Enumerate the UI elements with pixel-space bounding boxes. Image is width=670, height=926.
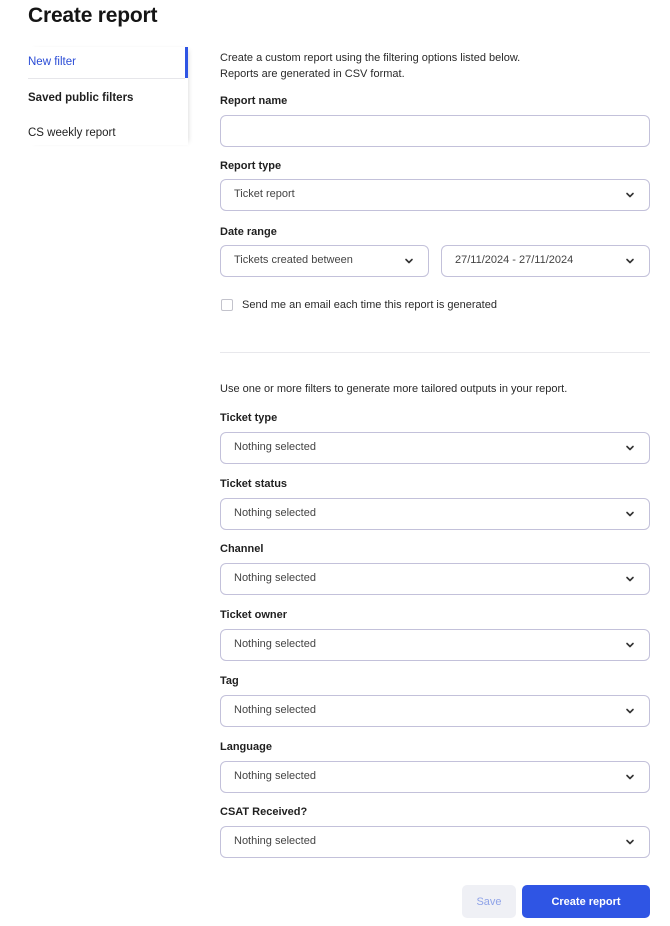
report-name-label: Report name (220, 95, 288, 107)
filters-intro: Use one or more filters to generate more… (220, 383, 568, 395)
sidebar-heading-saved-public-filters: Saved public filters (28, 92, 134, 104)
ticket-owner-value: Nothing selected (234, 638, 316, 650)
sidebar-active-indicator (185, 47, 188, 78)
intro-line-1: Create a custom report using the filteri… (220, 52, 521, 64)
page-title: Create report (28, 4, 158, 27)
chevron-down-icon (626, 774, 634, 780)
form-intro: Create a custom report using the filteri… (220, 50, 520, 82)
sidebar: New filter Saved public filters CS weekl… (28, 47, 188, 145)
date-range-picker[interactable]: 27/11/2024 - 27/11/2024 (441, 245, 650, 277)
tag-label: Tag (220, 675, 239, 687)
date-range-value: 27/11/2024 - 27/11/2024 (455, 254, 574, 266)
csat-received-label: CSAT Received? (220, 806, 308, 818)
tag-value: Nothing selected (234, 704, 316, 716)
csat-received-select[interactable]: Nothing selected (220, 826, 650, 858)
ticket-type-select[interactable]: Nothing selected (220, 432, 650, 464)
save-button[interactable]: Save (462, 885, 516, 918)
ticket-owner-select[interactable]: Nothing selected (220, 629, 650, 661)
date-range-label: Date range (220, 226, 277, 238)
report-type-label: Report type (220, 160, 282, 172)
email-checkbox[interactable] (221, 299, 233, 311)
chevron-down-icon (626, 192, 634, 198)
chevron-down-icon (626, 445, 634, 451)
chevron-down-icon (405, 258, 413, 264)
intro-line-2: Reports are generated in CSV format. (220, 68, 405, 80)
language-select[interactable]: Nothing selected (220, 761, 650, 793)
channel-label: Channel (220, 543, 264, 555)
chevron-down-icon (626, 576, 634, 582)
chevron-down-icon (626, 511, 634, 517)
language-label: Language (220, 741, 272, 753)
chevron-down-icon (626, 258, 634, 264)
report-name-input[interactable] (220, 115, 650, 147)
section-divider (220, 352, 650, 353)
ticket-status-value: Nothing selected (234, 507, 316, 519)
ticket-owner-label: Ticket owner (220, 609, 288, 621)
email-checkbox-label[interactable]: Send me an email each time this report i… (242, 299, 497, 311)
report-type-value: Ticket report (234, 188, 295, 200)
chevron-down-icon (626, 642, 634, 648)
chevron-down-icon (626, 708, 634, 714)
channel-value: Nothing selected (234, 572, 316, 584)
ticket-type-value: Nothing selected (234, 441, 316, 453)
channel-select[interactable]: Nothing selected (220, 563, 650, 595)
report-type-select[interactable]: Ticket report (220, 179, 650, 211)
date-range-mode-value: Tickets created between (234, 254, 353, 266)
sidebar-item-new-filter[interactable]: New filter (28, 56, 76, 68)
language-value: Nothing selected (234, 770, 316, 782)
ticket-status-label: Ticket status (220, 478, 288, 490)
date-range-mode-select[interactable]: Tickets created between (220, 245, 429, 277)
ticket-type-label: Ticket type (220, 412, 278, 424)
csat-received-value: Nothing selected (234, 835, 316, 847)
create-report-button[interactable]: Create report (522, 885, 650, 918)
sidebar-divider (28, 78, 185, 79)
chevron-down-icon (626, 839, 634, 845)
ticket-status-select[interactable]: Nothing selected (220, 498, 650, 530)
tag-select[interactable]: Nothing selected (220, 695, 650, 727)
sidebar-item-cs-weekly-report[interactable]: CS weekly report (28, 127, 116, 139)
